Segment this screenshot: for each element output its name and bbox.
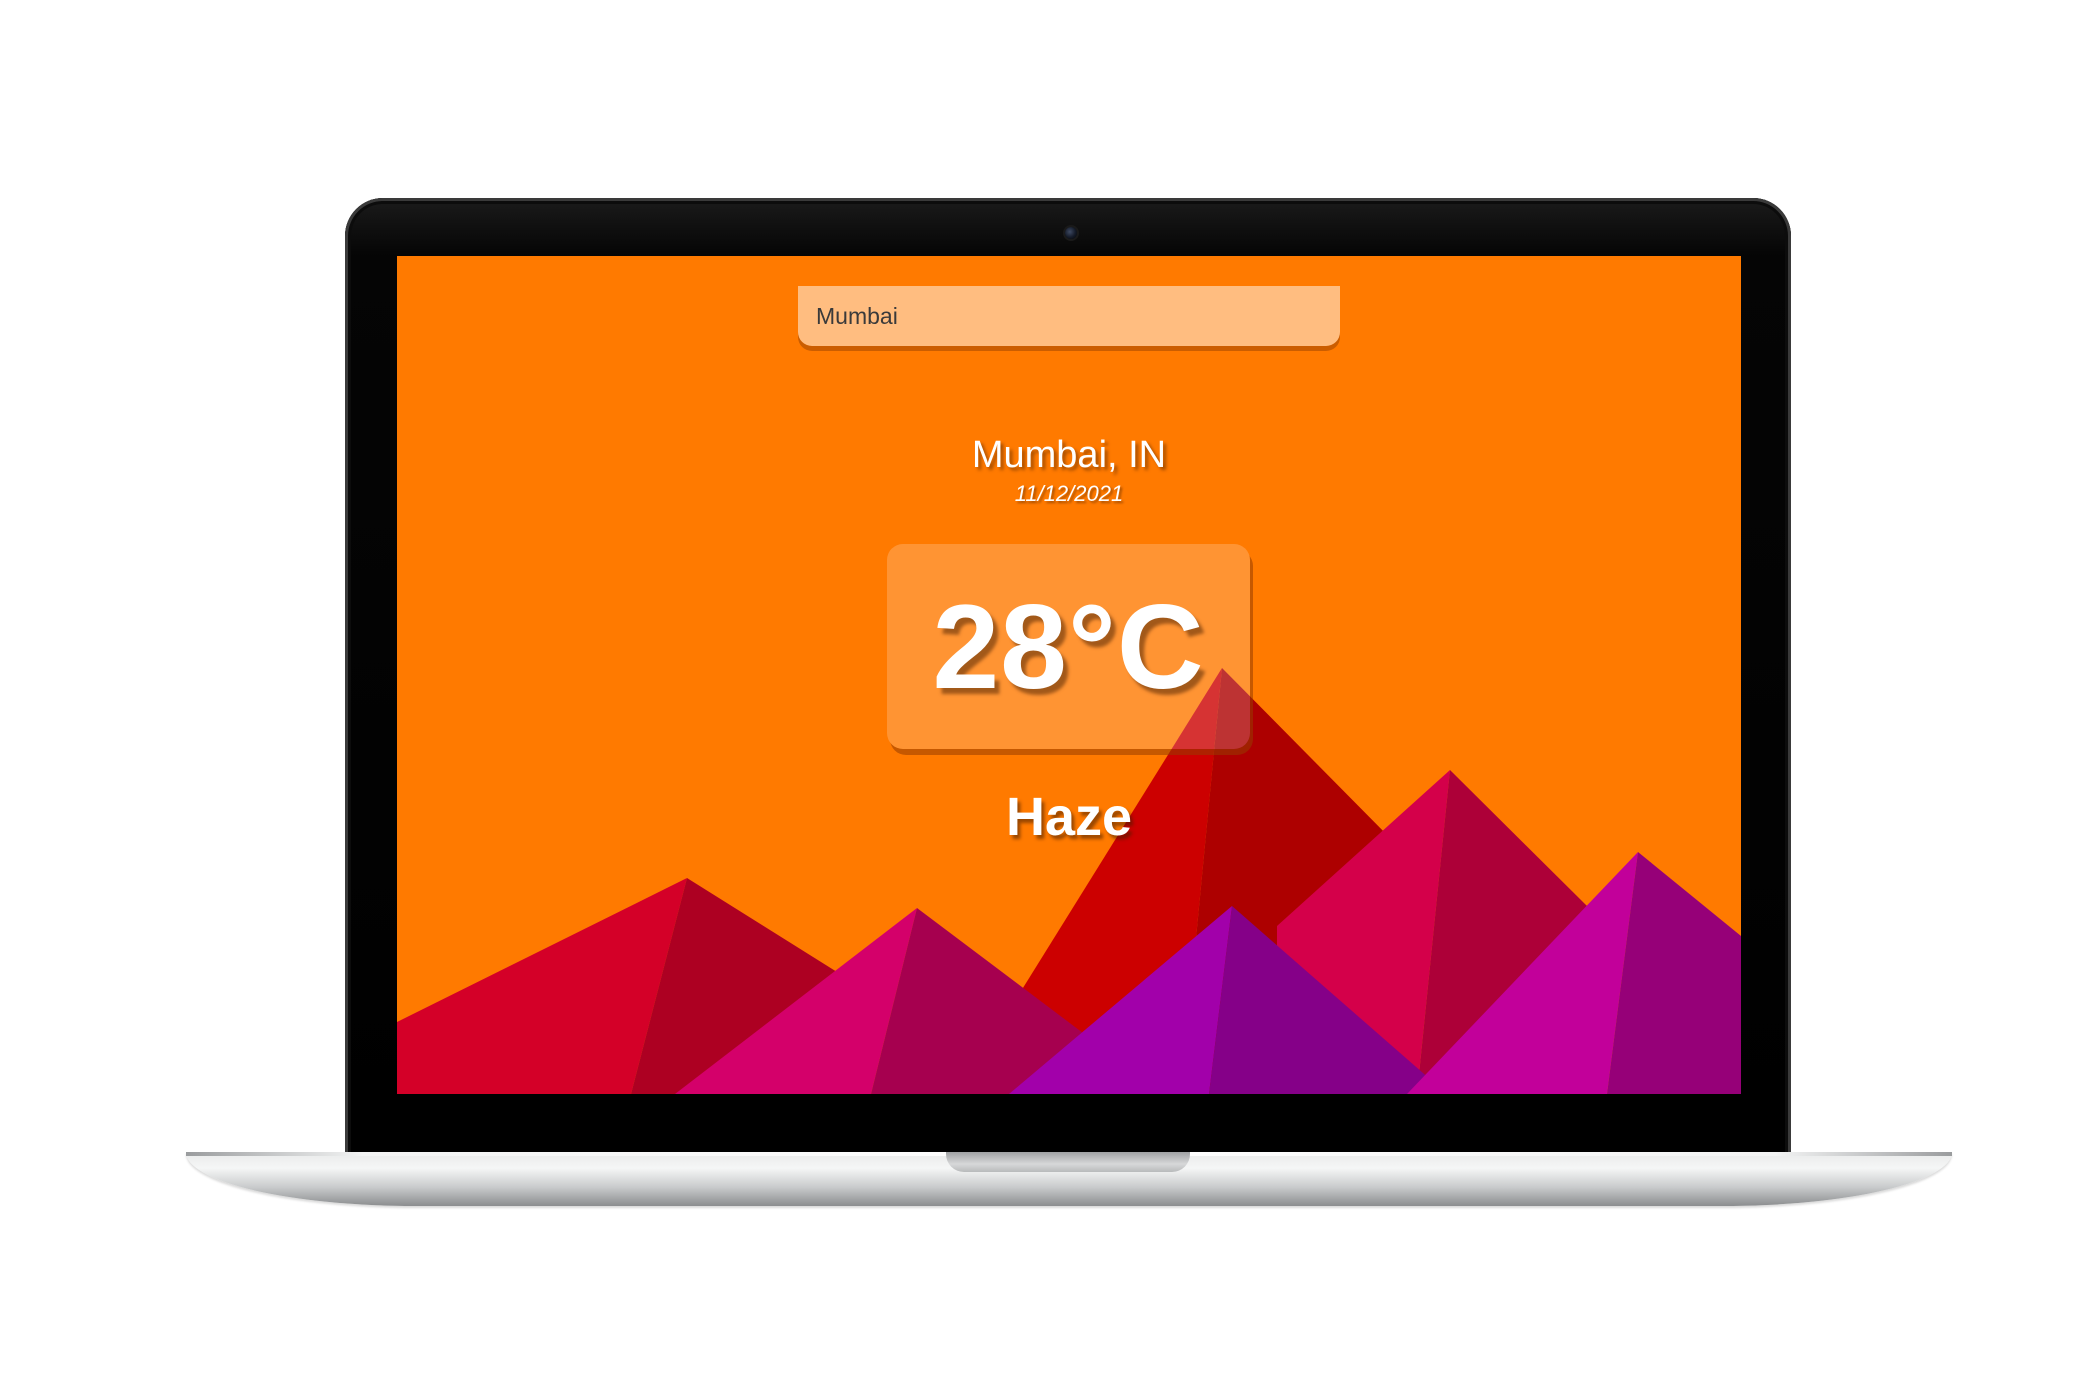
temperature-card: 28°C (887, 544, 1250, 749)
laptop-mockup: Mumbai, IN 11/12/2021 28°C Haze (0, 0, 2100, 1400)
laptop-opening-notch (946, 1152, 1190, 1172)
webcam-icon (1065, 227, 1077, 239)
date-label: 11/12/2021 (1014, 481, 1124, 506)
temperature-value: 28°C (932, 579, 1205, 714)
weather-condition: Haze (1005, 787, 1133, 847)
weather-app-screen: Mumbai, IN 11/12/2021 28°C Haze (397, 256, 1741, 1094)
city-search-input[interactable] (798, 286, 1340, 346)
location-label: Mumbai, IN (971, 434, 1167, 476)
